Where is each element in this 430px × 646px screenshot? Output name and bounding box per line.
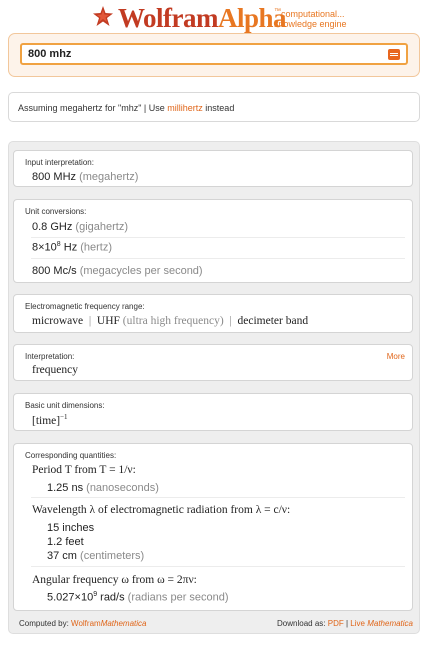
pod-em-frequency-range: Electromagnetic frequency range: microwa… xyxy=(13,294,413,333)
wavelength-note: (centimeters) xyxy=(80,550,145,562)
pod-input-interpretation: Input interpretation: 800 MHz (megahertz… xyxy=(13,150,413,187)
wavelength-value: 37 cm xyxy=(47,550,77,562)
millihertz-link[interactable]: millihertz xyxy=(167,103,203,113)
input-value-row: 800 MHz (megahertz) xyxy=(32,171,138,183)
em-separator: | xyxy=(88,315,92,327)
footer-wolfram: Wolfram xyxy=(71,619,101,628)
divider xyxy=(31,566,405,567)
divider xyxy=(31,258,405,259)
em-uhf: UHF xyxy=(96,315,120,327)
footer-live-mathematica: Mathematica xyxy=(367,619,413,628)
footer-mathematica: Mathematica xyxy=(100,619,147,628)
search-input[interactable]: 800 mhz xyxy=(20,43,408,65)
tagline-line2: knowledge engine xyxy=(274,19,347,29)
spikey-logo-icon[interactable] xyxy=(92,6,114,28)
header: WolframAlpha ™computational... knowledge… xyxy=(0,0,430,36)
logo-wolfram-text: Wolfram xyxy=(118,3,218,33)
pod-basic-unit-dimensions: Basic unit dimensions: [time]−1 xyxy=(13,393,413,431)
dimension-base: [time] xyxy=(32,414,61,427)
pod-title: Interpretation: xyxy=(25,352,75,361)
search-menu-icon[interactable] xyxy=(388,49,400,60)
angular-value-row: 5.027×109 rad/s (radians per second) xyxy=(47,591,229,604)
footer-live: Live xyxy=(350,619,365,628)
interpretation-value: frequency xyxy=(32,364,78,376)
conversion-unit: Hz xyxy=(60,241,78,254)
conversion-mantissa: 8×10 xyxy=(32,241,57,254)
conversion-note: (gigahertz) xyxy=(75,221,128,233)
period-value-row: 1.25 ns (nanoseconds) xyxy=(47,482,159,494)
search-query: 800 mhz xyxy=(28,48,72,60)
em-range-row: microwave | UHF (ultra high frequency) |… xyxy=(32,315,308,327)
pod-title: Input interpretation: xyxy=(25,158,94,167)
conversion-value: 800 Mc/s xyxy=(32,265,77,277)
footer-separator: | xyxy=(345,619,349,628)
conversion-row: 8×108 Hz (hertz) xyxy=(32,241,112,254)
period-heading: Period T from T = 1/ν: xyxy=(32,464,136,476)
wolframalpha-logo[interactable]: WolframAlpha xyxy=(118,3,287,33)
search-bar: 800 mhz xyxy=(8,33,420,77)
em-microwave: microwave xyxy=(32,315,84,327)
pod-title: Unit conversions: xyxy=(25,207,87,216)
assumption-box: Assuming megahertz for "mhz" | Use milli… xyxy=(8,92,420,122)
pod-interpretation: Interpretation: More frequency xyxy=(13,344,413,381)
download-options: Download as: PDF | Live Mathematica xyxy=(277,619,413,628)
download-label: Download as: xyxy=(277,619,326,628)
computed-by: Computed by: WolframMathematica xyxy=(19,619,146,628)
pod-title: Corresponding quantities: xyxy=(25,451,117,460)
conversion-row: 800 Mc/s (megacycles per second) xyxy=(32,265,203,277)
conversion-note: (hertz) xyxy=(80,241,113,254)
em-uhf-note: (ultra high frequency) xyxy=(122,315,224,327)
em-decimeter: decimeter band xyxy=(237,315,309,327)
dimension-value: [time]−1 xyxy=(32,413,68,427)
tagline-line1: computational... xyxy=(281,9,345,19)
em-separator: | xyxy=(229,315,232,327)
divider xyxy=(31,497,405,498)
trademark: ™ xyxy=(274,8,281,15)
period-note: (nanoseconds) xyxy=(86,482,159,494)
mathematica-link[interactable]: WolframMathematica xyxy=(71,619,146,628)
conversion-value: 0.8 GHz xyxy=(32,221,73,233)
input-value: 800 MHz xyxy=(32,171,77,183)
pod-title: Electromagnetic frequency range: xyxy=(25,302,145,311)
more-button[interactable]: More xyxy=(387,352,405,361)
assumption-suffix: instead xyxy=(202,103,235,113)
pod-title: Basic unit dimensions: xyxy=(25,401,105,410)
live-mathematica-link[interactable]: Live Mathematica xyxy=(350,619,413,628)
wavelength-heading: Wavelength λ of electromagnetic radiatio… xyxy=(32,504,291,516)
angular-unit: rad/s xyxy=(97,591,125,604)
pdf-link[interactable]: PDF xyxy=(328,619,344,628)
angular-heading: Angular frequency ω from ω = 2πν: xyxy=(32,574,197,586)
dimension-exponent: −1 xyxy=(60,413,68,421)
pod-corresponding-quantities: Corresponding quantities: Period T from … xyxy=(13,443,413,611)
assumption-prefix: Assuming megahertz for "mhz" | Use xyxy=(18,103,168,113)
input-note: (megahertz) xyxy=(79,171,139,183)
wavelength-value: 1.2 feet xyxy=(47,536,84,548)
computed-by-label: Computed by: xyxy=(19,619,69,628)
conversion-note: (megacycles per second) xyxy=(79,265,203,277)
angular-mantissa: 5.027×10 xyxy=(47,591,94,604)
period-value: 1.25 ns xyxy=(47,482,84,494)
conversion-row: 0.8 GHz (gigahertz) xyxy=(32,221,128,233)
angular-note: (radians per second) xyxy=(127,591,229,604)
tagline: ™computational... knowledge engine xyxy=(274,8,347,29)
pod-unit-conversions: Unit conversions: 0.8 GHz (gigahertz) 8×… xyxy=(13,199,413,283)
wavelength-value: 15 inches xyxy=(47,522,95,534)
divider xyxy=(31,237,405,238)
wavelength-value-row: 37 cm (centimeters) xyxy=(47,550,144,562)
